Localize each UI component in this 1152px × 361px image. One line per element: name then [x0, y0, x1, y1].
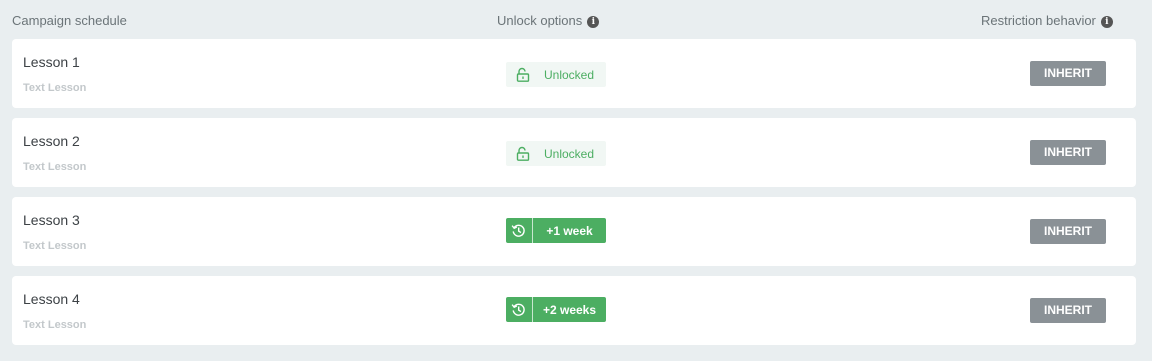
unlock-status-label: Unlocked: [544, 68, 595, 82]
unlock-delay-label: +1 week: [546, 224, 593, 238]
lesson-title[interactable]: Lesson 2: [23, 133, 80, 149]
info-icon[interactable]: i: [1100, 16, 1113, 28]
schedule-column-header: Campaign schedule: [12, 13, 127, 28]
lesson-type: Text Lesson: [23, 161, 87, 173]
lesson-row: Lesson 3 Text Lesson +1 week INHERIT: [12, 197, 1136, 266]
lesson-row: Lesson 2 Text Lesson Unlocked INHERIT: [12, 118, 1136, 187]
unlock-status-badge[interactable]: Unlocked: [506, 141, 606, 166]
lesson-row: Lesson 4 Text Lesson +2 weeks INHERIT: [12, 276, 1136, 345]
unlock-column-label: Unlock options: [497, 13, 583, 28]
unlock-status-badge[interactable]: Unlocked: [506, 62, 606, 87]
lesson-type: Text Lesson: [23, 82, 87, 94]
unlock-delay-button[interactable]: +2 weeks: [506, 297, 606, 322]
inherit-button[interactable]: INHERIT: [1030, 219, 1106, 244]
lesson-title[interactable]: Lesson 3: [23, 212, 80, 228]
lesson-title[interactable]: Lesson 1: [23, 54, 80, 70]
history-icon: [506, 218, 533, 243]
unlock-status-label: Unlocked: [544, 147, 595, 161]
inherit-button[interactable]: INHERIT: [1030, 140, 1106, 165]
unlock-column-header: Unlock options i: [497, 13, 600, 28]
history-icon: [506, 297, 533, 322]
campaign-schedule: Campaign schedule Unlock options i Restri…: [0, 0, 1152, 361]
lesson-type: Text Lesson: [23, 319, 87, 331]
restriction-column-header: Restriction behavior i: [981, 13, 1113, 28]
table-header: Campaign schedule Unlock options i Restri…: [0, 0, 1152, 38]
lesson-row: Lesson 1 Text Lesson Unlocked INHERIT: [12, 39, 1136, 108]
inherit-button[interactable]: INHERIT: [1030, 61, 1106, 86]
info-icon[interactable]: i: [587, 16, 600, 28]
unlock-delay-label: +2 weeks: [542, 303, 597, 317]
restriction-column-label: Restriction behavior: [981, 13, 1096, 28]
lesson-type: Text Lesson: [23, 240, 87, 252]
lock-open-icon: [516, 146, 530, 161]
lock-open-icon: [516, 67, 530, 82]
inherit-button[interactable]: INHERIT: [1030, 298, 1106, 323]
unlock-delay-button[interactable]: +1 week: [506, 218, 606, 243]
lesson-title[interactable]: Lesson 4: [23, 291, 80, 307]
